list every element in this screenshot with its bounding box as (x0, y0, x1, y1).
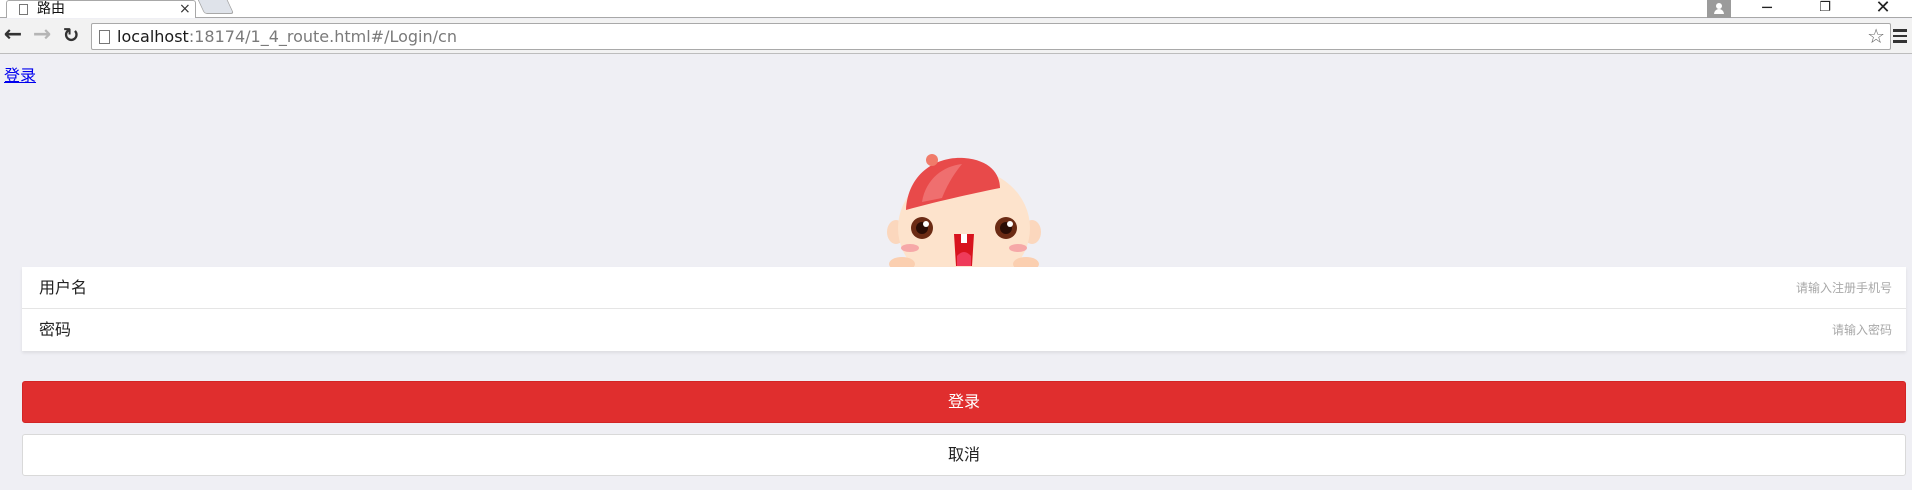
username-label: 用户名 (39, 278, 88, 297)
url-text[interactable]: localhost:18174/1_4_route.html#/Login/cn (117, 24, 457, 49)
password-input[interactable] (162, 315, 1892, 345)
forward-arrow-icon[interactable]: → (31, 24, 53, 48)
page-icon (99, 30, 110, 44)
tab-close-icon[interactable]: × (179, 1, 191, 17)
restore-button[interactable]: ❐ (1802, 0, 1848, 18)
browser-tab[interactable]: 路由 × (6, 0, 196, 18)
page-icon (19, 4, 28, 15)
menu-icon[interactable] (1892, 26, 1908, 46)
password-row: 密码 (22, 309, 1906, 351)
user-icon[interactable] (1707, 0, 1731, 18)
tab-title: 路由 (37, 1, 65, 17)
browser-tab-strip: 路由 × ─ ❐ ✕ (0, 0, 1912, 18)
close-window-button[interactable]: ✕ (1860, 0, 1906, 18)
password-label: 密码 (39, 320, 72, 339)
login-button[interactable]: 登录 (22, 381, 1906, 423)
reload-icon[interactable]: ↻ (60, 24, 82, 48)
browser-toolbar: ← → ↻ localhost:18174/1_4_route.html#/Lo… (0, 19, 1912, 54)
bookmark-star-icon[interactable]: ☆ (1867, 24, 1885, 48)
login-link[interactable]: 登录 (4, 62, 36, 86)
username-row: 用户名 (22, 267, 1906, 309)
minimize-button[interactable]: ─ (1744, 0, 1790, 18)
back-arrow-icon[interactable]: ← (2, 24, 24, 48)
cancel-button[interactable]: 取消 (22, 434, 1906, 476)
mascot-illustration (887, 154, 1041, 274)
login-form: 用户名 密码 (22, 267, 1906, 351)
address-bar[interactable]: localhost:18174/1_4_route.html#/Login/cn… (91, 23, 1891, 50)
new-tab-button[interactable] (197, 0, 235, 14)
username-input[interactable] (162, 273, 1892, 303)
